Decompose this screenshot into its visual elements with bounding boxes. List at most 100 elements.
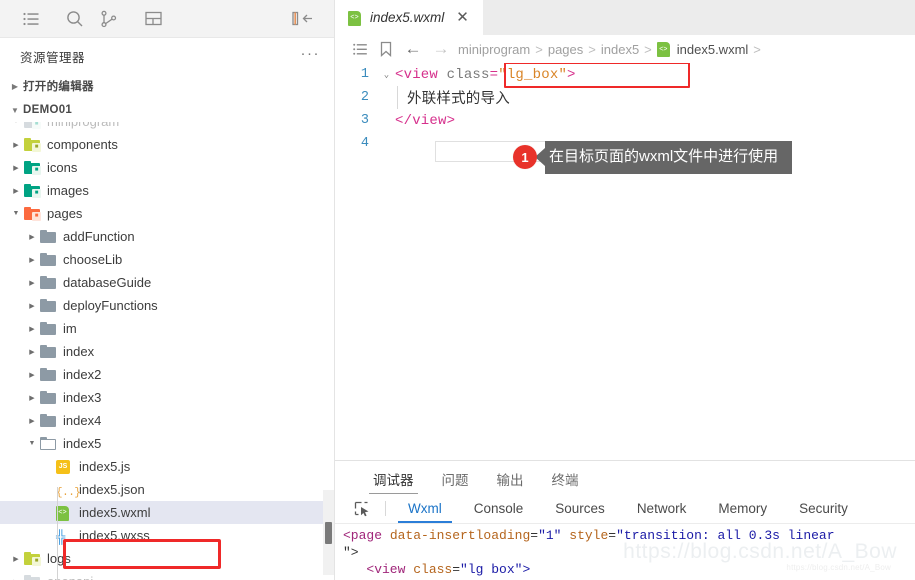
element-picker-icon[interactable] [345, 494, 379, 523]
sidebar-section-open-editors[interactable]: ▶ 打开的编辑器 [0, 74, 334, 98]
code-editor[interactable]: 1 ⌄ <view class="lg_box"> 2 外联样式的导入 3 </… [335, 63, 915, 460]
token-tag: <page [343, 528, 383, 543]
devtools-tab-wxml[interactable]: Wxml [392, 494, 458, 523]
bookmark-icon[interactable] [373, 41, 399, 57]
sidebar-header: 资源管理器 ··· [0, 38, 334, 74]
sidebar-title: 资源管理器 [20, 50, 86, 65]
source-control-icon[interactable] [92, 4, 126, 34]
tree-folder-row[interactable]: ▶ ■ images [0, 179, 334, 202]
breadcrumb-item-pages[interactable]: pages [545, 42, 586, 57]
devtools-tabs: Wxml Console Sources Network Memory Secu… [335, 494, 915, 524]
tree-file-row[interactable]: ╬ index5.wxss [0, 524, 334, 547]
folder-icon: ■ [24, 183, 41, 198]
tree-folder-row[interactable]: ▶ ■ logs [0, 547, 334, 570]
tree-folder-row[interactable]: ▼ index5 [0, 432, 334, 455]
layout-panes-icon[interactable] [136, 4, 170, 34]
tree-item-label: chooseLib [63, 252, 123, 267]
code-line-3[interactable]: 3 </view> [335, 109, 915, 132]
panel-tab-terminal[interactable]: 终端 [538, 469, 593, 494]
chevron-right-icon[interactable]: ▶ [24, 348, 40, 356]
tree-folder-row[interactable]: ▶ index3 [0, 386, 334, 409]
tree-item-label: index4 [63, 413, 102, 428]
chevron-down-icon[interactable]: ▼ [8, 122, 24, 125]
tree-folder-row[interactable]: ▶ im [0, 317, 334, 340]
sidebar-more-actions[interactable]: ··· [301, 45, 321, 68]
tree-folder-row[interactable]: ▶openapi [0, 570, 334, 580]
close-icon[interactable]: ✕ [452, 10, 473, 25]
token-equals: = [489, 66, 499, 83]
folder-icon [40, 252, 57, 267]
outline-icon[interactable] [347, 43, 373, 56]
panel-tab-debugger[interactable]: 调试器 [359, 469, 428, 494]
editor-tab-label: index5.wxml [370, 10, 445, 25]
folder-icon [40, 344, 57, 359]
tree-item-label: index5.json [79, 482, 145, 497]
folder-icon [40, 298, 57, 313]
tree-item-label: icons [47, 160, 78, 175]
devtools-tab-sources[interactable]: Sources [539, 494, 621, 523]
token-tag: <view [366, 562, 406, 577]
chevron-right-icon[interactable]: ▶ [24, 394, 40, 402]
tree-folder-row[interactable]: ▶ index2 [0, 363, 334, 386]
tree-folder-row[interactable]: ▶ databaseGuide [0, 271, 334, 294]
annotation-text: 在目标页面的wxml文件中进行使用 [545, 141, 793, 174]
tree-folder-row[interactable]: ▶ chooseLib [0, 248, 334, 271]
sidebar-section-demo01[interactable]: ▼ DEMO01 [0, 98, 334, 122]
chevron-right-icon[interactable]: ▶ [8, 141, 24, 149]
chevron-right-icon[interactable]: ▶ [24, 417, 40, 425]
fold-chevron-down-icon[interactable]: ⌄ [378, 70, 395, 80]
tree-folder-row[interactable]: ▶ ■ components [0, 133, 334, 156]
breadcrumb-separator-trailing: > [753, 41, 761, 57]
breadcrumb-item-miniprogram[interactable]: miniprogram [455, 42, 533, 57]
chevron-right-icon[interactable]: ▶ [8, 187, 24, 195]
devtools-tab-memory[interactable]: Memory [702, 494, 783, 523]
sidebar-scrollbar[interactable] [323, 490, 334, 575]
panel-tab-output[interactable]: 输出 [483, 469, 538, 494]
token-attr: data-insertloading [382, 528, 531, 543]
breadcrumb-separator: > [535, 41, 543, 57]
editor-tab-index5-wxml[interactable]: <> index5.wxml ✕ [335, 0, 483, 35]
chevron-right-icon[interactable]: ▶ [24, 256, 40, 264]
devtools-tab-console[interactable]: Console [458, 494, 540, 523]
tree-item-label: index5.js [79, 459, 131, 474]
devtools-wxml-tree[interactable]: <page data-insertloading="1" style="tran… [335, 524, 915, 580]
chevron-down-icon[interactable]: ▼ [24, 440, 40, 447]
search-icon[interactable] [58, 4, 92, 34]
explorer-icon[interactable] [14, 4, 48, 34]
tree-folder-row[interactable]: ▼■ miniprogram [0, 122, 334, 133]
chevron-right-icon[interactable]: ▶ [24, 233, 40, 241]
folder-icon: ■ [24, 122, 41, 129]
tree-file-row[interactable]: JS index5.js [0, 455, 334, 478]
wxml-file-icon: <> [656, 42, 670, 57]
breadcrumb-item-index5-wxml[interactable]: <> index5.wxml [654, 42, 752, 57]
chevron-down-icon[interactable]: ▼ [8, 210, 24, 217]
chevron-right-icon[interactable]: ▶ [24, 279, 40, 287]
wxss-file-icon: ╬ [56, 528, 66, 544]
sidebar-section-label: DEMO01 [23, 104, 73, 116]
navigate-forward-icon[interactable]: → [427, 39, 455, 59]
chevron-right-icon[interactable]: ▶ [24, 371, 40, 379]
toggle-sidebar-icon[interactable] [286, 4, 320, 34]
tree-file-row[interactable]: {..} index5.json [0, 478, 334, 501]
tree-folder-row[interactable]: ▶ index [0, 340, 334, 363]
devtools-tab-network[interactable]: Network [621, 494, 703, 523]
breadcrumb-item-index5[interactable]: index5 [598, 42, 642, 57]
tree-folder-row[interactable]: ▶ ■ icons [0, 156, 334, 179]
chevron-right-icon[interactable]: ▶ [8, 555, 24, 563]
tree-file-row[interactable]: <> index5.wxml [0, 501, 334, 524]
tree-folder-row[interactable]: ▶ deployFunctions [0, 294, 334, 317]
tree-item-label: logs [47, 551, 71, 566]
panel-tab-problems[interactable]: 问题 [428, 469, 483, 494]
devtools-tab-security[interactable]: Security [783, 494, 864, 523]
chevron-right-icon[interactable]: ▶ [8, 164, 24, 172]
tree-folder-row[interactable]: ▶ index4 [0, 409, 334, 432]
code-line-1[interactable]: 1 ⌄ <view class="lg_box"> [335, 63, 915, 86]
tree-folder-row[interactable]: ▶ addFunction [0, 225, 334, 248]
code-line-2[interactable]: 2 外联样式的导入 [335, 86, 915, 109]
sidebar-scrollbar-thumb[interactable] [325, 522, 332, 544]
navigate-back-icon[interactable]: ← [399, 39, 427, 59]
tree-folder-row[interactable]: ▼ ■ pages [0, 202, 334, 225]
chevron-right-icon[interactable]: ▶ [24, 325, 40, 333]
file-tree[interactable]: ▼■miniprogram▶■components▶■icons▶■images… [0, 122, 334, 580]
chevron-right-icon[interactable]: ▶ [24, 302, 40, 310]
